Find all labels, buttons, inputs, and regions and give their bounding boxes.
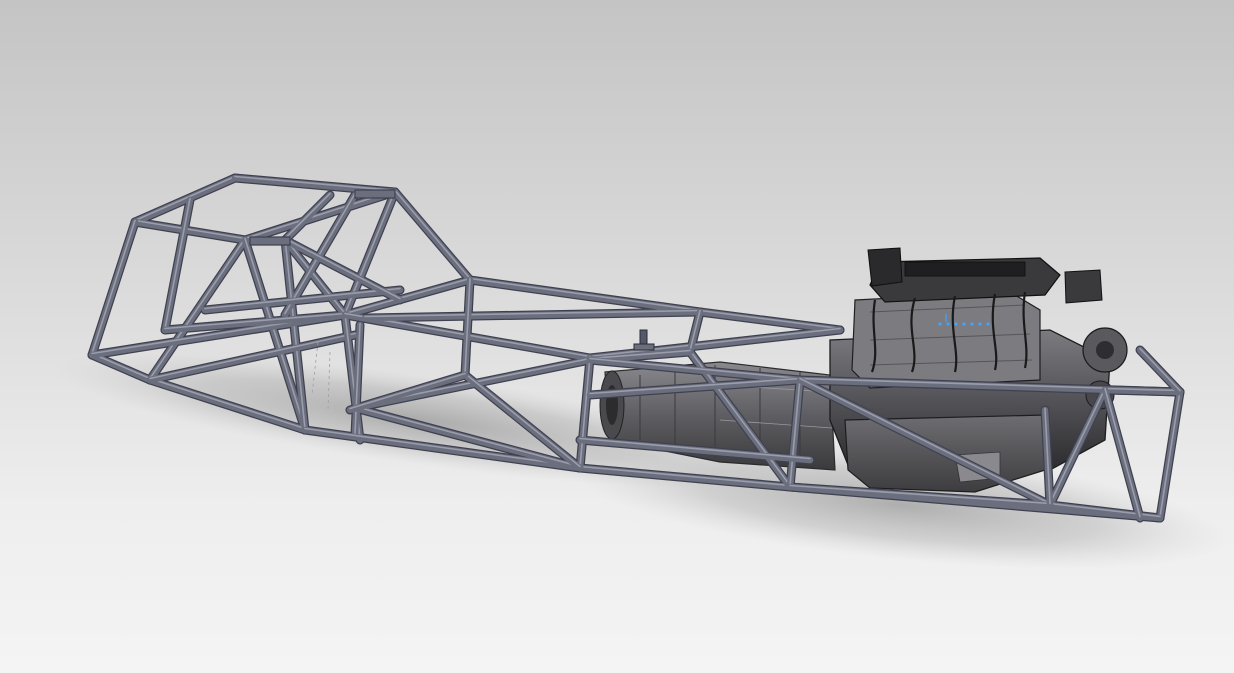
- frame-tube[interactable]: [1136, 346, 1184, 396]
- frame-tube[interactable]: [391, 188, 474, 284]
- engine[interactable]: [829, 247, 1128, 493]
- frame-tube[interactable]: [466, 276, 704, 316]
- roll-hoop-bracket[interactable]: [354, 189, 396, 199]
- frame-tube-highlight: [164, 197, 191, 330]
- 3d-model-view[interactable]: [0, 0, 1234, 673]
- frame-tube-highlight: [394, 189, 471, 280]
- frame-tube[interactable]: [696, 308, 844, 334]
- frame-tube-highlight: [91, 219, 136, 355]
- throttle-body: [867, 247, 903, 287]
- frame-tube-highlight: [699, 309, 841, 330]
- cad-viewport[interactable]: [0, 0, 1234, 673]
- frame-tube-highlight: [589, 327, 841, 358]
- frame-tube-highlight: [469, 277, 701, 312]
- roll-hoop-bracket[interactable]: [249, 236, 291, 246]
- mount-bracket[interactable]: [633, 329, 655, 351]
- frame-tube-highlight: [1139, 347, 1181, 392]
- frame-tube[interactable]: [131, 218, 249, 244]
- frame-tube-highlight: [1159, 389, 1181, 518]
